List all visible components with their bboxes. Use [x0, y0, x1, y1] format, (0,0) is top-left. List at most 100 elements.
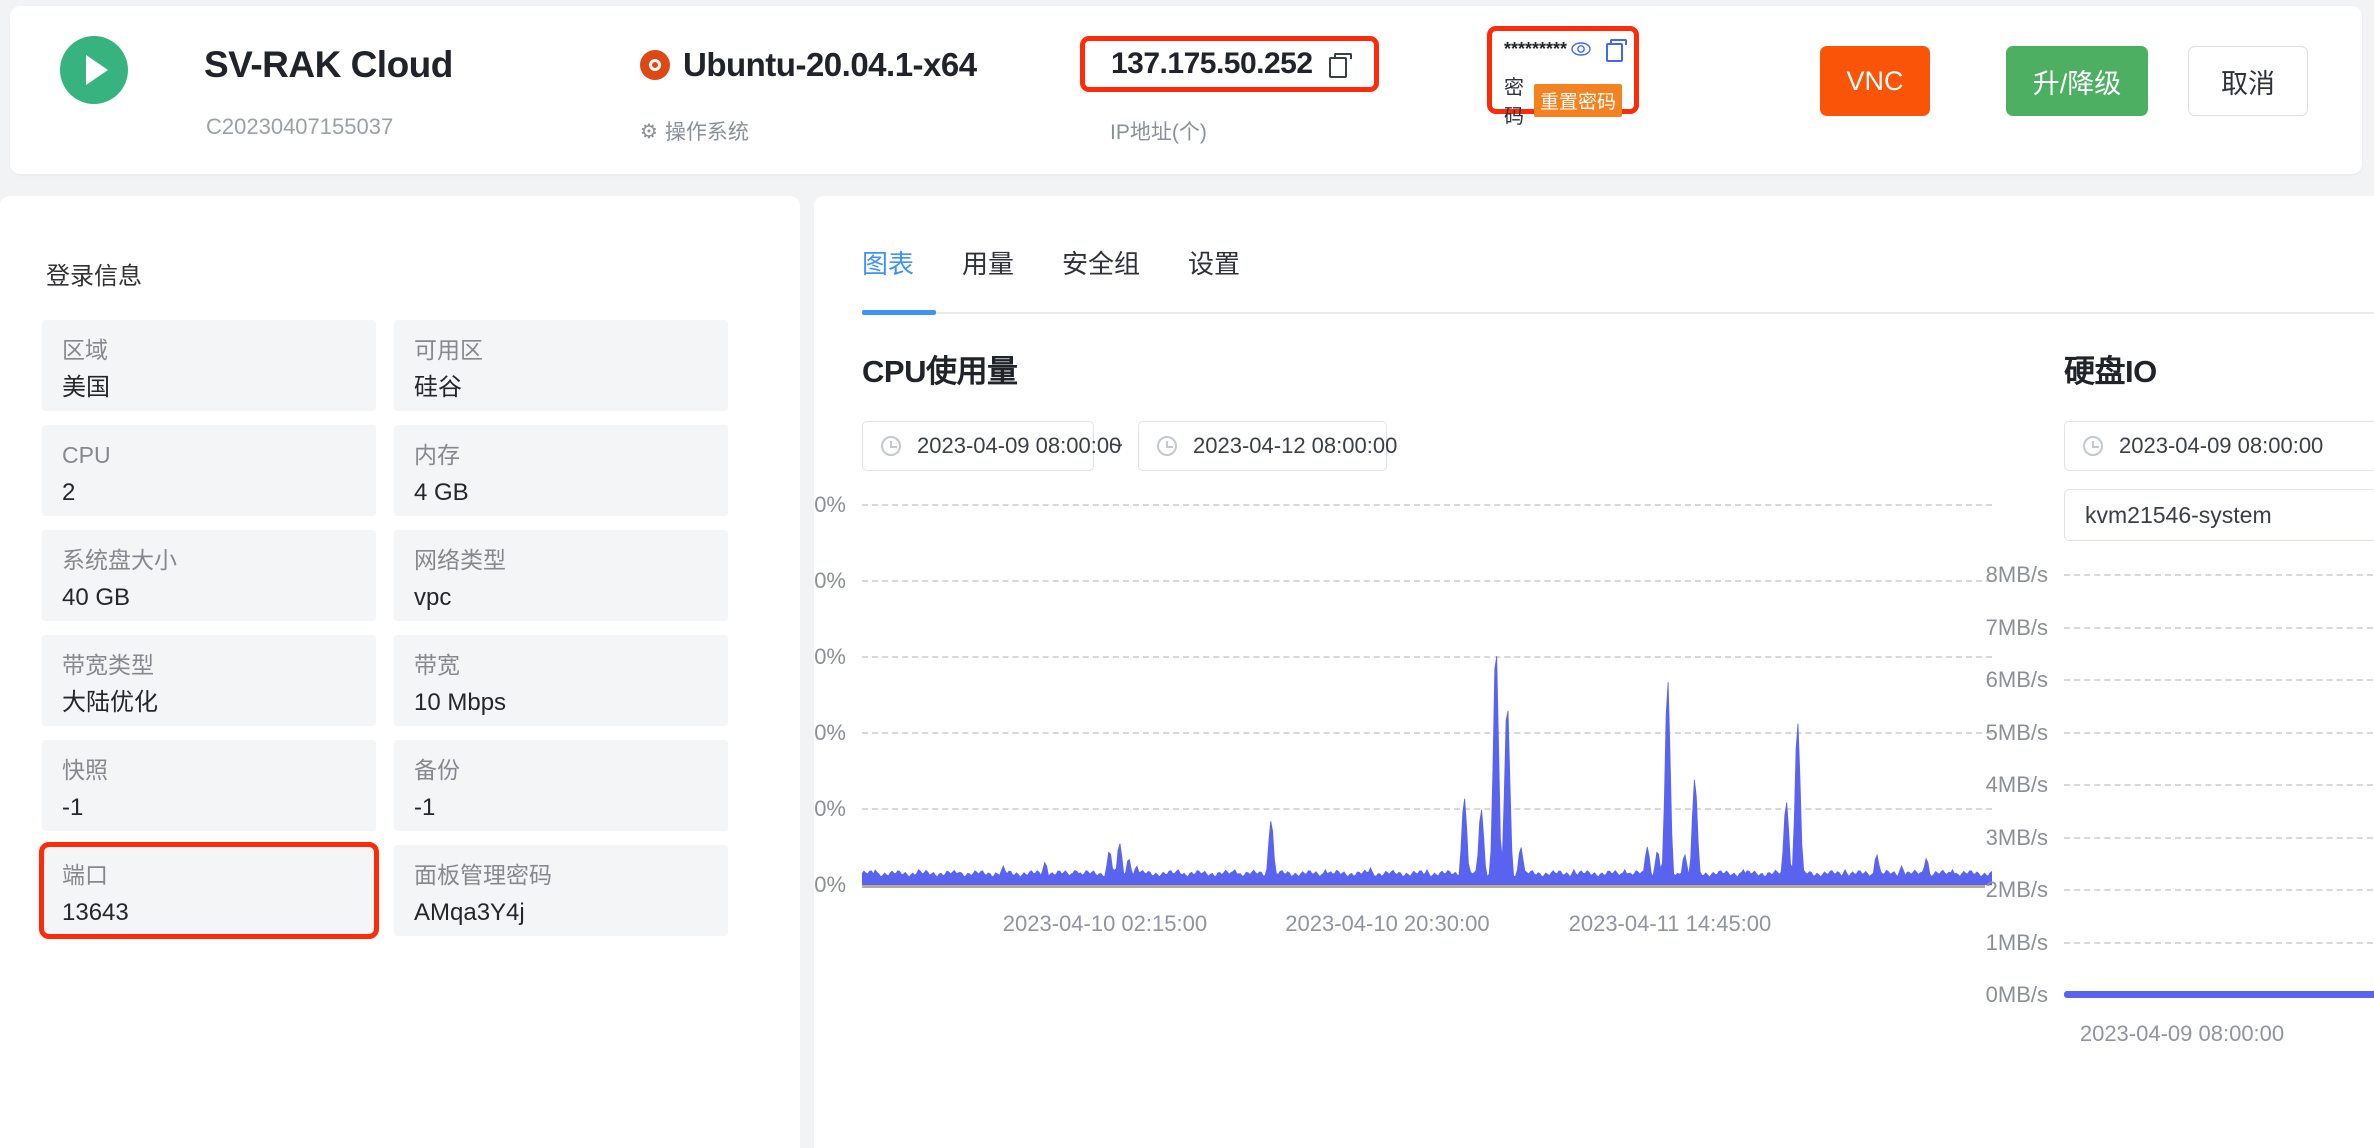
page-title: SV-RAK Cloud — [204, 44, 453, 85]
info-cell-value: 40 GB — [62, 584, 131, 612]
info-cell-key: 网络类型 — [414, 547, 506, 573]
vnc-button[interactable]: VNC — [1820, 46, 1930, 116]
disk-io-chart-card: 硬盘IO 2023-04-09 08:00:00 kvm21546-system… — [1986, 346, 2374, 1046]
tab-bar: 图表 用量 安全组 设置 — [862, 244, 1288, 303]
y-axis-tick-label: 7MB/s — [1985, 614, 2048, 640]
y-axis-tick-label: 100% — [814, 492, 846, 517]
x-axis-baseline — [862, 885, 1986, 888]
info-cell-key: 快照 — [62, 757, 108, 783]
ip-address-box[interactable]: 137.175.50.252 — [1080, 36, 1379, 92]
cpu-chart-title: CPU使用量 — [862, 354, 1018, 389]
info-cell-key: 带宽 — [414, 652, 460, 678]
disk-chart-title: 硬盘IO — [2064, 354, 2157, 389]
cpu-range-end-value: 2023-04-12 08:00:00 — [1193, 433, 1398, 458]
copy-icon[interactable] — [1328, 53, 1352, 78]
info-cell: 带宽 10 Mbps — [394, 635, 728, 726]
os-label-row: ⚙ 操作系统 — [640, 116, 749, 146]
info-cell-value: 2 — [62, 479, 76, 507]
y-axis-tick-label: 1MB/s — [1985, 929, 2048, 955]
info-cell-value: 硅谷 — [414, 374, 462, 402]
gridline — [2064, 889, 2374, 891]
disk-device-select[interactable]: kvm21546-system — [2064, 489, 2374, 541]
clock-icon — [1157, 436, 1178, 456]
cpu-range-start-value: 2023-04-09 08:00:00 — [917, 433, 1122, 458]
info-cell-key: 可用区 — [414, 337, 483, 363]
gridline — [2064, 731, 2374, 734]
disk-range-start-value: 2023-04-09 08:00:00 — [2119, 433, 2324, 458]
eye-icon[interactable] — [1571, 42, 1591, 56]
info-cell: 系统盘大小 40 GB — [42, 530, 376, 621]
info-cell-key: 系统盘大小 — [62, 547, 177, 573]
gridline — [2064, 679, 2374, 681]
ubuntu-icon — [640, 50, 670, 80]
disk-range-start-picker[interactable]: 2023-04-09 08:00:00 — [2064, 421, 2374, 471]
x-axis-tick-label: 2023-04-10 02:15:00 — [1002, 911, 1208, 936]
ip-address-label: IP地址(个) — [1110, 121, 1207, 144]
y-axis-tick-label: 3MB/s — [1985, 824, 2048, 850]
y-axis-tick-label: 20% — [814, 796, 846, 821]
reset-password-button[interactable]: 重置密码 — [1533, 83, 1622, 117]
y-axis-tick-label: 8MB/s — [1985, 562, 2048, 587]
cancel-button[interactable]: 取消 — [2188, 46, 2308, 116]
password-box: ********* 密码 重置密码 — [1487, 26, 1639, 128]
cpu-date-range: 2023-04-09 08:00:00 ~ 2023-04-12 08:00:0… — [862, 421, 1992, 471]
info-cell-key: 内存 — [414, 442, 460, 468]
metrics-panel: 图表 用量 安全组 设置 CPU使用量 2023-04-09 08:00:00 ~ 2… — [814, 196, 2374, 1148]
info-cell-key: 备份 — [414, 757, 460, 783]
tab-0[interactable]: 图表 — [862, 244, 914, 303]
info-cell-key: 区域 — [62, 337, 108, 363]
ip-address-value: 137.175.50.252 — [1111, 47, 1313, 80]
play-icon[interactable] — [60, 36, 128, 104]
info-cell: CPU 2 — [42, 425, 376, 516]
password-value-row: ********* — [1504, 39, 1628, 62]
info-cell: 网络类型 vpc — [394, 530, 728, 621]
upgrade-downgrade-button[interactable]: 升/降级 — [2006, 46, 2148, 116]
y-axis-tick-label: 6MB/s — [1985, 667, 2048, 692]
copy-icon[interactable] — [1606, 39, 1628, 62]
info-cell: 快照 -1 — [42, 740, 376, 831]
os-info: Ubuntu-20.04.1-x64 — [640, 46, 977, 84]
x-axis-tick-label: 2023-04-11 14:45:00 — [1568, 911, 1772, 936]
info-cell-value: 大陆优化 — [62, 689, 158, 717]
info-cell-value: 13643 — [62, 899, 129, 927]
info-cell-value: -1 — [414, 794, 436, 822]
info-cell: 内存 4 GB — [394, 425, 728, 516]
x-axis-tick-label: 2023-04-10 20:30:00 — [1285, 911, 1490, 936]
login-info-panel: 登录信息 区域 美国 可用区 硅谷 CPU 2 内存 4 GB 系统盘大小 40 GB 网络类型 vp… — [0, 196, 800, 1148]
cpu-range-start-picker[interactable]: 2023-04-09 08:00:00 — [862, 421, 1121, 471]
info-cell-key: 端口 — [62, 862, 108, 888]
info-cell-value: 4 GB — [414, 479, 469, 507]
info-cell-value: AMqa3Y4j — [414, 899, 525, 927]
y-axis-tick-label: 5MB/s — [1985, 719, 2048, 745]
gridline — [2064, 941, 2374, 944]
disk-io-series-line — [2064, 991, 2374, 998]
range-separator: ~ — [1109, 432, 1124, 459]
instance-info-grid: 区域 美国 可用区 硅谷 CPU 2 内存 4 GB 系统盘大小 40 GB 网络类型 vpc 带宽类型… — [39, 320, 762, 939]
active-tab-underline — [862, 310, 936, 315]
password-masked-value: ********* — [1504, 39, 1568, 59]
info-cell-value: -1 — [62, 794, 84, 822]
os-name: Ubuntu-20.04.1-x64 — [683, 46, 977, 83]
instance-id: C20230407155037 — [206, 114, 394, 139]
gridline — [2064, 836, 2374, 839]
info-cell: 可用区 硅谷 — [394, 320, 728, 411]
tab-2[interactable]: 安全组 — [1062, 244, 1140, 303]
info-cell: 面板管理密码 AMqa3Y4j — [394, 845, 728, 936]
gridline — [2064, 574, 2374, 576]
x-axis-tick-label: 2023-04-09 08:00:00 — [2079, 1021, 2285, 1046]
cpu-area-series — [862, 656, 1992, 885]
cpu-usage-chart-card: CPU使用量 2023-04-09 08:00:00 ~ 2023-04-12 … — [814, 346, 1992, 936]
disk-date-range: 2023-04-09 08:00:00 — [2064, 421, 2374, 471]
tab-divider — [862, 312, 2374, 314]
login-info-title: 登录信息 — [46, 263, 142, 290]
os-label: 操作系统 — [664, 121, 749, 144]
instance-header-card: SV-RAK Cloud C20230407155037 Ubuntu-20.0… — [10, 6, 2362, 174]
tab-3[interactable]: 设置 — [1188, 244, 1240, 303]
info-cell: 区域 美国 — [42, 320, 376, 411]
clock-icon — [2083, 436, 2103, 456]
cpu-range-end-picker[interactable]: 2023-04-12 08:00:00 — [1138, 421, 1397, 471]
password-label: 密码 — [1504, 77, 1524, 128]
tab-1[interactable]: 用量 — [962, 244, 1014, 303]
password-label-row: 密码 重置密码 — [1504, 71, 1622, 129]
info-cell-value: vpc — [414, 584, 452, 612]
